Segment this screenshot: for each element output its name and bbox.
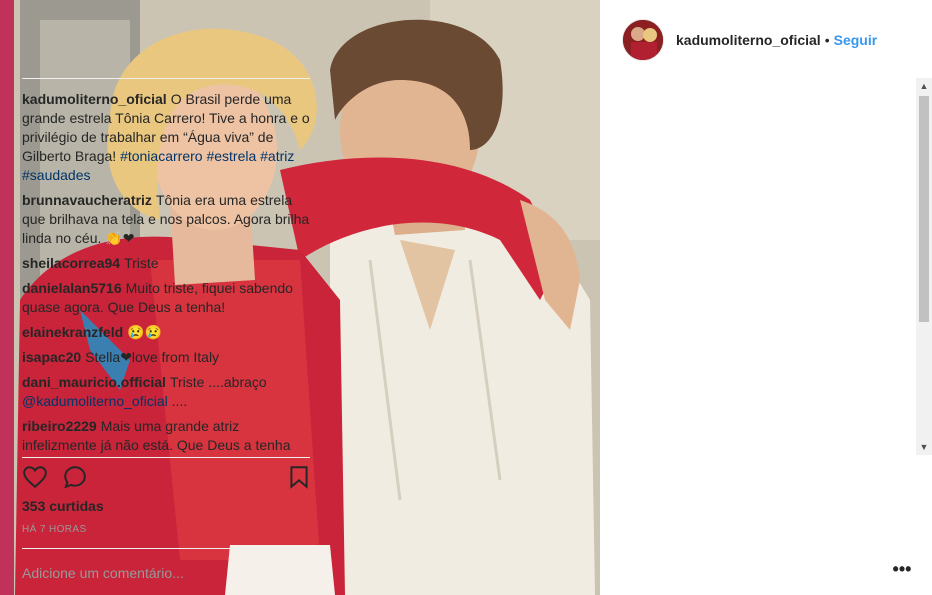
divider (22, 78, 310, 79)
comment-username[interactable]: isapac20 (22, 349, 81, 365)
separator-dot: • (824, 32, 830, 48)
add-comment-input[interactable] (22, 562, 272, 584)
comment-item: dani_mauricio.official Triste ....abraço … (22, 373, 312, 411)
comment-text: Stella❤love from Italy (85, 349, 220, 365)
divider (22, 457, 310, 458)
comment-item: elainekranzfeld 😢😢 (22, 323, 312, 342)
comment-item: danielalan5716 Muito triste, fiquei saben… (22, 279, 312, 317)
post-timestamp[interactable]: HÁ 7 HORAS (22, 524, 87, 535)
action-bar (22, 462, 312, 492)
follow-button[interactable]: Seguir (834, 32, 878, 48)
comment-icon[interactable] (62, 464, 88, 490)
comment-text-suffix: .... (167, 393, 188, 409)
comment-username[interactable]: sheilacorrea94 (22, 255, 120, 271)
comment-text: Triste ....abraço (169, 374, 267, 390)
more-icon[interactable]: ••• (892, 560, 912, 582)
comments-list: kadumoliterno_oficial O Brasil perde uma … (22, 90, 312, 455)
likes-count[interactable]: 353 curtidas (22, 498, 104, 514)
comment-username[interactable]: elainekranzfeld (22, 324, 123, 340)
post-panel: kadumoliterno_oficial • Seguir (600, 0, 932, 595)
mention-link[interactable]: @kadumoliterno_oficial (22, 393, 168, 409)
caption: kadumoliterno_oficial O Brasil perde uma … (22, 90, 312, 185)
username[interactable]: kadumoliterno_oficial (676, 32, 821, 48)
comment-text: 😢😢 (127, 324, 163, 340)
comment-text: Triste (124, 255, 159, 271)
comment-item: brunnavaucheratriz Tônia era uma estrela … (22, 191, 312, 248)
comment-item: sheilacorrea94 Triste (22, 254, 312, 273)
comment-item: ribeiro2229 Mais uma grande atriz infeliz… (22, 417, 312, 455)
comment-item: isapac20 Stella❤love from Italy (22, 348, 312, 367)
comment-username[interactable]: dani_mauricio.official (22, 374, 166, 390)
comment-username[interactable]: kadumoliterno_oficial (22, 91, 167, 107)
scroll-up-icon[interactable]: ▲ (916, 78, 932, 94)
comment-username[interactable]: danielalan5716 (22, 280, 122, 296)
heart-icon[interactable] (22, 464, 48, 490)
divider (22, 548, 310, 549)
scrollbar-thumb[interactable] (919, 96, 929, 322)
avatar[interactable] (622, 19, 664, 61)
comment-username[interactable]: ribeiro2229 (22, 418, 97, 434)
bookmark-icon[interactable] (286, 464, 312, 490)
post-header: kadumoliterno_oficial • Seguir (622, 18, 912, 62)
comment-username[interactable]: brunnavaucheratriz (22, 192, 152, 208)
scroll-down-icon[interactable]: ▼ (916, 439, 932, 455)
